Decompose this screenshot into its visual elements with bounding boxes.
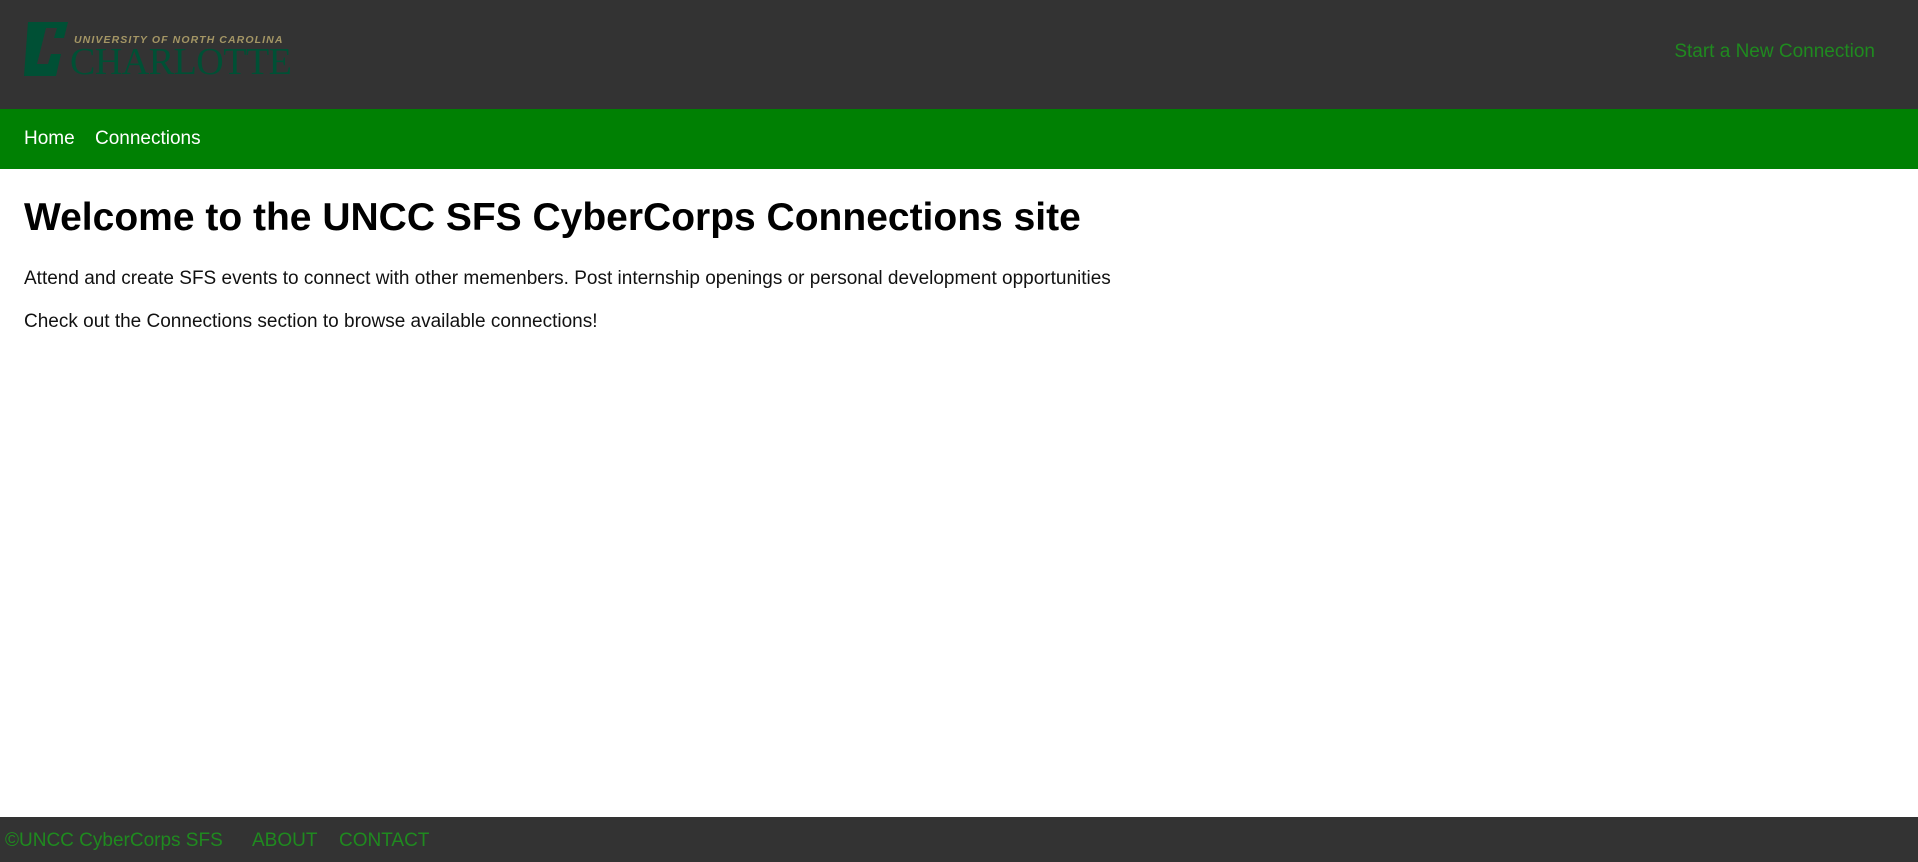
start-new-connection-link[interactable]: Start a New Connection [1674,41,1875,63]
footer-about-link[interactable]: ABOUT [252,830,317,852]
header-bar: UNIVERSITY OF NORTH CAROLINA CHARLOTTE S… [0,0,1918,109]
connections-hint-paragraph: Check out the Connections section to bro… [24,311,598,332]
footer-contact-link[interactable]: CONTACT [339,830,429,852]
footer-bar: ©UNCC CyberCorps SFS ABOUT CONTACT [0,817,1918,862]
page-title: Welcome to the UNCC SFS CyberCorps Conne… [24,196,1081,239]
nav-item-connections[interactable]: Connections [95,128,201,150]
page: UNIVERSITY OF NORTH CAROLINA CHARLOTTE S… [0,0,1918,862]
nav-item-home[interactable]: Home [24,128,75,150]
nav-bar: Home Connections [0,109,1918,169]
logo-charlotte-text: CHARLOTTE [70,41,292,83]
intro-paragraph: Attend and create SFS events to connect … [24,268,1111,289]
site-logo[interactable]: UNIVERSITY OF NORTH CAROLINA CHARLOTTE [24,20,292,82]
main-content: Welcome to the UNCC SFS CyberCorps Conne… [24,196,1884,332]
logo-mark-icon [24,22,68,76]
footer-copyright-link[interactable]: ©UNCC CyberCorps SFS [5,830,223,852]
